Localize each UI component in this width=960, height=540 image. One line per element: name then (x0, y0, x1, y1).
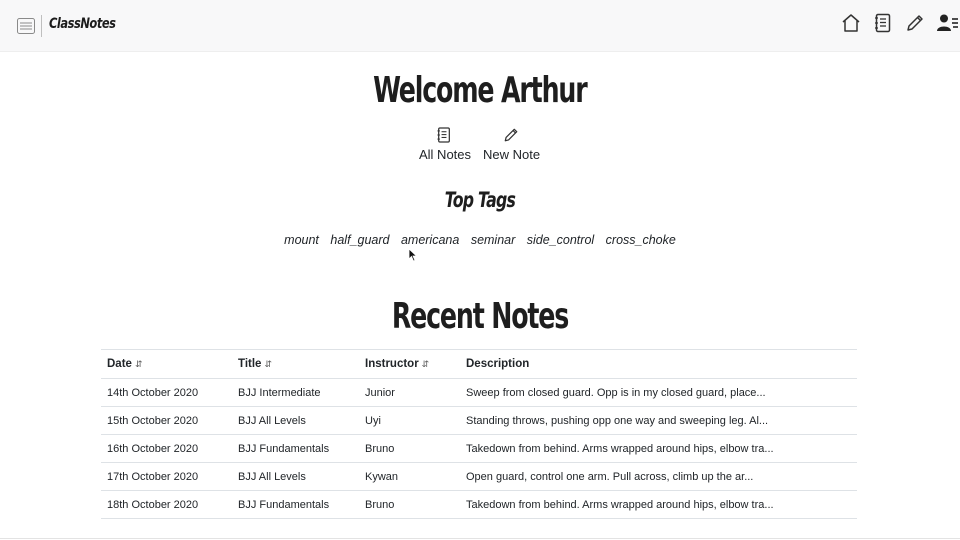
navbar: ClassNotes (0, 0, 960, 52)
tag-link[interactable]: half_guard (330, 233, 389, 247)
column-header-instructor[interactable]: Instructor ⇵ (359, 349, 460, 379)
cell-date: 17th October 2020 (101, 462, 232, 491)
pencil-icon (504, 128, 517, 142)
table-row[interactable]: 14th October 2020 BJJ Intermediate Junio… (101, 378, 857, 407)
top-tags-heading: Top Tags (0, 188, 960, 212)
column-header-label: Title (238, 358, 262, 370)
brand-divider (41, 15, 42, 37)
table-row[interactable]: 15th October 2020 BJJ All Levels Uyi Sta… (101, 406, 857, 435)
cell-date: 15th October 2020 (101, 406, 232, 435)
tag-list: mount half_guard americana seminar side_… (0, 233, 960, 247)
cell-title: BJJ All Levels (232, 406, 359, 435)
cell-title: BJJ Fundamentals (232, 434, 359, 463)
table-row[interactable]: 18th October 2020 BJJ Fundamentals Bruno… (101, 490, 857, 519)
tag-link[interactable]: americana (401, 233, 459, 247)
pencil-icon[interactable] (904, 12, 926, 34)
cell-title: BJJ Fundamentals (232, 490, 359, 519)
column-header-description: Description (460, 349, 857, 379)
mouse-cursor-icon (408, 248, 418, 262)
recent-notes-heading: Recent Notes (0, 296, 960, 337)
column-header-date[interactable]: Date ⇵ (101, 349, 232, 379)
cell-instructor: Kywan (359, 462, 460, 491)
cell-title: BJJ Intermediate (232, 378, 359, 407)
user-list-icon[interactable] (936, 12, 958, 34)
cell-description: Takedown from behind. Arms wrapped aroun… (460, 490, 857, 519)
tag-link[interactable]: side_control (527, 233, 594, 247)
page-divider (0, 538, 960, 539)
column-header-title[interactable]: Title ⇵ (232, 349, 359, 379)
notebook-icon[interactable] (872, 12, 894, 34)
cell-instructor: Bruno (359, 434, 460, 463)
all-notes-label: All Notes (419, 147, 472, 162)
cell-date: 18th October 2020 (101, 490, 232, 519)
notes-logo-icon[interactable] (17, 18, 35, 34)
column-header-label: Date (107, 358, 132, 370)
cell-instructor: Junior (359, 378, 460, 407)
tag-link[interactable]: seminar (471, 233, 515, 247)
cell-description: Open guard, control one arm. Pull across… (460, 462, 857, 491)
column-header-label: Description (466, 358, 530, 370)
new-note-label: New Note (483, 147, 541, 162)
top-tags-heading-text: Top Tags (444, 188, 516, 212)
welcome-heading: Welcome Arthur (0, 70, 960, 111)
all-notes-button[interactable]: All Notes (419, 126, 472, 162)
brand-name[interactable]: ClassNotes (49, 16, 116, 32)
quick-actions: All Notes New Note (0, 126, 960, 166)
cell-instructor: Bruno (359, 490, 460, 519)
tag-link[interactable]: cross_choke (606, 233, 676, 247)
recent-notes-heading-text: Recent Notes (391, 296, 569, 337)
sort-icon: ⇵ (264, 359, 272, 369)
column-header-label: Instructor (365, 358, 419, 370)
cell-description: Takedown from behind. Arms wrapped aroun… (460, 434, 857, 463)
cell-description: Sweep from closed guard. Opp is in my cl… (460, 378, 857, 407)
home-icon[interactable] (840, 12, 862, 34)
cell-date: 16th October 2020 (101, 434, 232, 463)
cell-title: BJJ All Levels (232, 462, 359, 491)
sort-icon: ⇵ (421, 359, 430, 369)
notebook-icon (436, 127, 450, 143)
cell-description: Standing throws, pushing opp one way and… (460, 406, 857, 435)
cell-date: 14th October 2020 (101, 378, 232, 407)
tag-link[interactable]: mount (284, 233, 319, 247)
table-row[interactable]: 16th October 2020 BJJ Fundamentals Bruno… (101, 434, 857, 463)
new-note-button[interactable]: New Note (483, 126, 541, 162)
table-header-row: Date ⇵ Title ⇵ Instructor ⇵ Description (101, 349, 857, 379)
table-row[interactable]: 17th October 2020 BJJ All Levels Kywan O… (101, 462, 857, 491)
sort-icon: ⇵ (134, 359, 143, 369)
recent-notes-table: Date ⇵ Title ⇵ Instructor ⇵ Description 14t… (101, 349, 857, 519)
welcome-heading-text: Welcome Arthur (373, 70, 588, 111)
cell-instructor: Uyi (359, 406, 460, 435)
